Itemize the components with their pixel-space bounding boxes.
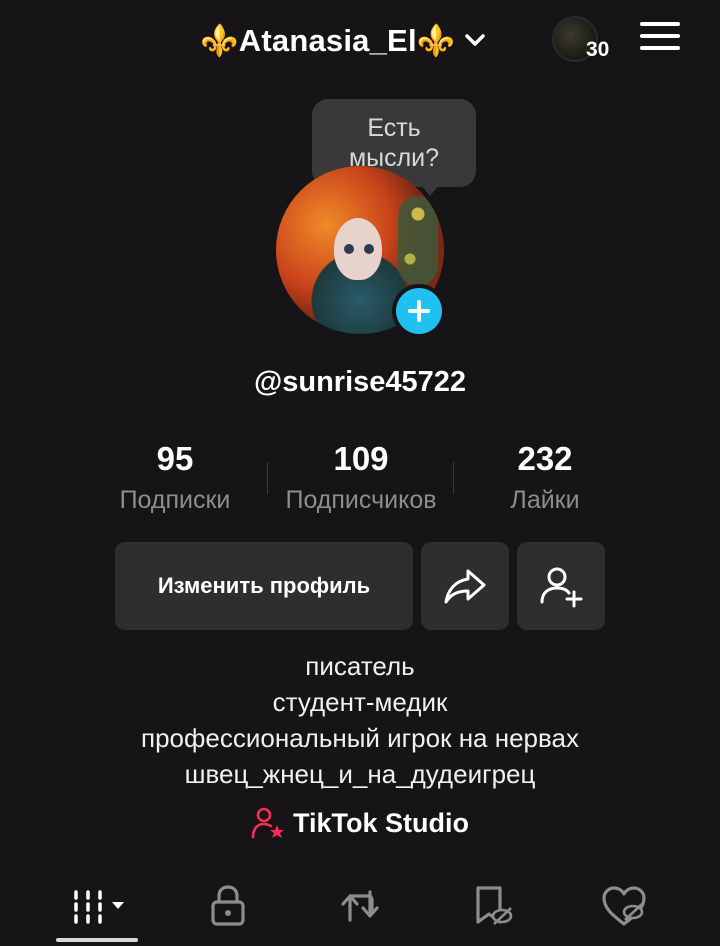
studio-label: TikTok Studio: [292, 807, 469, 838]
notification-count: 30: [586, 38, 610, 61]
stat-value: 232: [517, 440, 573, 477]
tab-private[interactable]: [188, 878, 268, 934]
stat-value: 95: [156, 440, 194, 477]
plus-icon: [408, 300, 430, 322]
bio-line: студент-медик: [272, 687, 448, 717]
profile-stats: 95 Подписки 109 Подписчиков 232 Лайки: [0, 438, 720, 528]
stat-followers[interactable]: 109 Подписчиков: [272, 438, 450, 520]
divider: [267, 462, 268, 494]
active-tab-indicator: [56, 938, 138, 942]
add-friends-button[interactable]: [517, 542, 605, 630]
stat-label: Подписчиков: [285, 486, 437, 514]
repost-icon: [341, 890, 379, 922]
chevron-down-icon: [464, 34, 485, 46]
studio-user-star-icon: [251, 807, 284, 839]
bubble-line-1: Есть: [367, 114, 421, 142]
edit-profile-button[interactable]: Изменить профиль: [115, 542, 413, 630]
hidden-liked-icon: [602, 886, 646, 926]
account-name: ⚜️Atanasia_El⚜️: [200, 22, 456, 58]
add-user-icon: [540, 567, 583, 608]
add-story-button[interactable]: [392, 284, 446, 338]
account-switcher[interactable]: ⚜️Atanasia_El⚜️: [200, 18, 488, 62]
divider: [453, 462, 454, 494]
grid-icon: [74, 890, 124, 924]
stat-label: Подписки: [119, 486, 231, 514]
top-bar: ⚜️Atanasia_El⚜️ 30: [0, 0, 720, 80]
tab-liked[interactable]: [584, 878, 664, 934]
stat-value: 109: [333, 440, 389, 477]
hidden-favorites-icon: [476, 886, 513, 925]
menu-button[interactable]: [640, 22, 680, 56]
bio-line: швец_жнец_и_на_дудеигрец: [184, 759, 536, 789]
tab-reposts[interactable]: [320, 878, 400, 934]
lock-icon: [211, 885, 245, 926]
tab-favorites[interactable]: [452, 878, 532, 934]
username: @sunrise45722: [253, 366, 467, 398]
stat-following[interactable]: 95 Подписки: [105, 438, 245, 520]
content-tabs: [0, 866, 720, 946]
profile-bio: писатель студент-медик профессиональный …: [0, 648, 720, 792]
share-profile-button[interactable]: [421, 542, 509, 630]
stat-likes[interactable]: 232 Лайки: [475, 438, 615, 520]
tiktok-studio-link[interactable]: TikTok Studio: [0, 806, 720, 840]
share-icon: [444, 569, 486, 604]
bio-line: писатель: [305, 651, 415, 681]
bio-line: профессиональный игрок на нервах: [141, 723, 579, 753]
tab-videos[interactable]: [60, 878, 140, 934]
menu-icon: [640, 22, 680, 26]
stat-label: Лайки: [510, 486, 580, 514]
